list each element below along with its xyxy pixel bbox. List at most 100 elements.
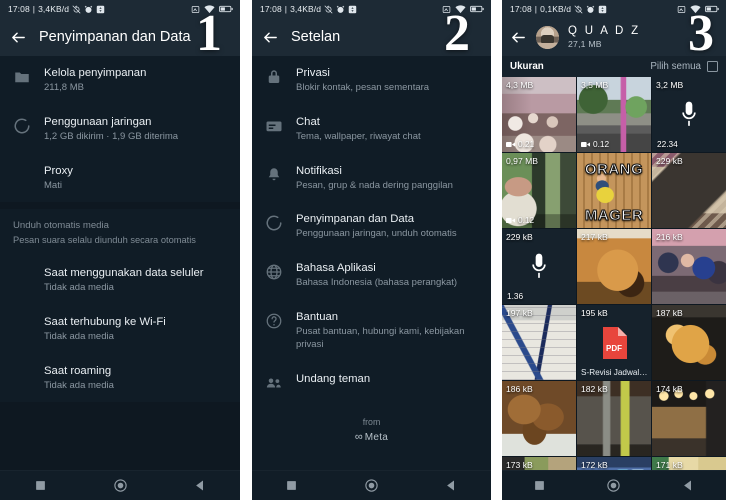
help-icon — [265, 312, 283, 330]
video-icon — [506, 217, 515, 223]
media-tile[interactable]: 4,3 MB 0.21 — [502, 77, 576, 152]
nav-bar — [252, 470, 491, 500]
footer-from-label: from — [362, 416, 381, 427]
sort-label[interactable]: Ukuran — [510, 61, 544, 72]
phone-panel-3: 17:08 | 0,1KB/d Q U A D Z 27,1 MB Ukuran… — [502, 0, 726, 500]
media-tile[interactable]: 0,97 MB 0.12 — [502, 153, 576, 228]
status-data-rate: 0,1KB/d — [540, 4, 572, 14]
phone-panel-2: 17:08 | 3,4KB/d Setelan Privasi Blokir k… — [252, 0, 491, 500]
media-tile[interactable]: 171 kB — [652, 457, 726, 470]
settings-list: Privasi Blokir kontak, pesan sementara C… — [252, 56, 491, 470]
section-subheader: Pesan suara selalu diunduh secara otomat… — [13, 235, 196, 246]
tile-size: 3,5 MB — [581, 80, 609, 90]
media-tile-audio[interactable]: 3,2 MB 22.34 — [652, 77, 726, 152]
avatar[interactable] — [536, 25, 559, 49]
recent-apps-icon[interactable] — [284, 478, 299, 493]
row-subtitle: Tidak ada media — [44, 379, 114, 391]
alarm-icon — [84, 5, 93, 14]
media-tile[interactable]: 173 kB — [502, 457, 576, 470]
tile-duration-group: 22.34 — [657, 139, 678, 149]
tile-size: 217 kB — [581, 232, 608, 242]
select-all-label[interactable]: Pilih semua — [650, 61, 701, 72]
status-separator: | — [534, 4, 538, 14]
back-arrow-icon[interactable] — [262, 29, 279, 46]
media-tile[interactable]: 216 kB — [652, 229, 726, 304]
tile-size: 229 kB — [506, 232, 533, 242]
media-tile[interactable]: 186 kB — [502, 381, 576, 456]
tile-duration-group: 0.21 — [506, 139, 534, 149]
row-title: Penggunaan jaringan — [44, 115, 152, 128]
home-icon[interactable] — [606, 478, 621, 493]
screenshot-stage: 17:08 | 3,4KB/d Penyimpanan dan Data Kel… — [0, 0, 750, 500]
status-data-rate: 3,4KB/d — [290, 4, 322, 14]
sidebar-item-notifikasi[interactable]: Notifikasi Pesan, grup & nada dering pan… — [252, 154, 491, 203]
back-arrow-icon[interactable] — [510, 29, 527, 46]
home-icon[interactable] — [113, 478, 128, 493]
globe-icon — [265, 263, 283, 281]
tile-size: 186 kB — [506, 384, 533, 394]
media-tile[interactable]: 182 kB — [577, 381, 651, 456]
row-subtitle: Tema, wallpaper, riwayat chat — [296, 130, 421, 142]
sidebar-item-privasi[interactable]: Privasi Blokir kontak, pesan sementara — [252, 56, 491, 105]
media-tile[interactable]: 187 kB — [652, 305, 726, 380]
sidebar-item-undang-teman[interactable]: Undang teman — [252, 362, 491, 402]
row-title: Saat menggunakan data seluler — [44, 266, 204, 279]
recent-apps-icon[interactable] — [532, 478, 547, 493]
sidebar-item-penyimpanan-dan-data[interactable]: Penyimpanan dan Data Penggunaan jaringan… — [252, 202, 491, 251]
tile-duration: 1.36 — [507, 291, 524, 301]
row-penggunaan-jaringan[interactable]: Penggunaan jaringan 1,2 GB dikirim · 1,9… — [0, 105, 240, 154]
video-icon — [581, 141, 590, 147]
people-icon — [265, 374, 283, 392]
row-roaming[interactable]: Saat roaming Tidak ada media — [0, 354, 240, 403]
sync-icon — [324, 4, 333, 14]
row-title: Kelola penyimpanan — [44, 67, 147, 79]
tile-size: 216 kB — [656, 232, 683, 242]
status-data-rate: 3,4KB/d — [38, 4, 70, 14]
media-tile[interactable]: 172 kB — [577, 457, 651, 470]
spacer-icon — [13, 166, 31, 184]
sidebar-item-bahasa-aplikasi[interactable]: Bahasa Aplikasi Bahasa Indonesia (bahasa… — [252, 251, 491, 300]
row-kelola-penyimpanan[interactable]: Kelola penyimpanan 211,8 MB — [0, 56, 240, 105]
back-nav-icon[interactable] — [444, 478, 459, 493]
sync-circle-icon — [13, 117, 31, 135]
storage-section: Kelola penyimpanan 211,8 MB Penggunaan j… — [0, 56, 240, 203]
back-arrow-icon[interactable] — [10, 29, 27, 46]
meta-footer: from ∞ Meta — [252, 402, 491, 450]
media-tile-document[interactable]: PDF 195 kB S-Revisi Jadwal Pe... — [577, 305, 651, 380]
media-tile[interactable]: 229 kB — [652, 153, 726, 228]
row-wifi[interactable]: Saat terhubung ke Wi-Fi Tidak ada media — [0, 305, 240, 354]
home-icon[interactable] — [364, 478, 379, 493]
row-subtitle: Penggunaan jaringan, unduh otomatis — [296, 228, 457, 240]
tile-thumbnail-detail — [577, 153, 651, 228]
media-tile[interactable]: 197 kB — [502, 305, 576, 380]
media-tile-meme[interactable]: ORANG MAGER — [577, 153, 651, 228]
pdf-icon: PDF — [603, 326, 627, 359]
row-title: Chat — [296, 115, 320, 128]
recent-apps-icon[interactable] — [33, 478, 48, 493]
meta-brand-label: Meta — [364, 431, 389, 443]
media-grid: 4,3 MB 0.21 3,5 MB 0.12 3,2 MB 22.34 0,9… — [502, 77, 726, 470]
sidebar-item-chat[interactable]: Chat Tema, wallpaper, riwayat chat — [252, 105, 491, 154]
row-title: Notifikasi — [296, 164, 342, 177]
row-proxy[interactable]: Proxy Mati — [0, 154, 240, 203]
tile-duration-group: 1.36 — [507, 291, 523, 301]
media-tile[interactable]: 174 kB — [652, 381, 726, 456]
back-nav-icon[interactable] — [681, 478, 696, 493]
tile-size: 3,2 MB — [656, 80, 684, 90]
media-tile-audio[interactable]: 229 kB 1.36 — [502, 229, 576, 304]
row-data-seluler[interactable]: Saat menggunakan data seluler Tidak ada … — [0, 256, 240, 305]
tile-size: 195 kB — [581, 308, 608, 318]
row-title: Proxy — [44, 164, 73, 177]
media-tile[interactable]: 217 kB — [577, 229, 651, 304]
contact-name: Q U A D Z — [568, 25, 641, 38]
media-tile[interactable]: 3,5 MB 0.12 — [577, 77, 651, 152]
select-all-checkbox[interactable] — [707, 61, 718, 72]
tile-size: 229 kB — [656, 156, 683, 166]
chat-icon — [265, 117, 283, 135]
sidebar-item-bantuan[interactable]: Bantuan Pusat bantuan, hubungi kami, keb… — [252, 300, 491, 362]
back-nav-icon[interactable] — [193, 478, 208, 493]
battery-icon — [470, 5, 484, 13]
row-subtitle: Pusat bantuan, hubungi kami, kebijakan p… — [296, 325, 465, 350]
tile-size: 172 kB — [581, 460, 608, 470]
settings-list: Kelola penyimpanan 211,8 MB Penggunaan j… — [0, 56, 240, 470]
